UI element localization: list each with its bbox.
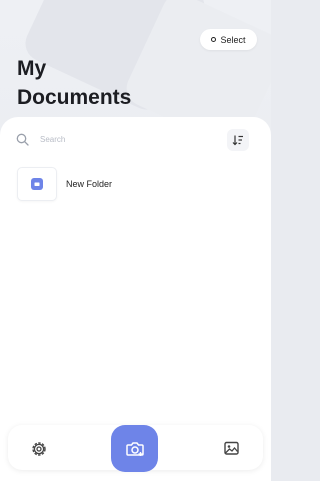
select-label: Select <box>220 34 246 45</box>
sort-button[interactable] <box>227 129 249 151</box>
folder-name[interactable]: New Folder <box>66 179 112 189</box>
camera-button[interactable] <box>111 425 158 472</box>
page-title-line1: My <box>17 57 47 80</box>
gallery-icon[interactable] <box>223 440 240 462</box>
camera-icon <box>125 441 144 456</box>
sort-icon <box>232 135 243 146</box>
gear-icon[interactable] <box>30 440 48 463</box>
page-title-line2: Documents <box>17 86 132 109</box>
folder-icon <box>31 178 43 190</box>
select-icon <box>211 37 217 42</box>
search-icon[interactable] <box>16 133 29 151</box>
app-screen: Select My Documents Search New Folder <box>0 0 271 481</box>
page-title: My Documents <box>17 54 131 112</box>
folder-item[interactable] <box>17 167 57 201</box>
search-input[interactable]: Search <box>40 135 65 144</box>
select-button[interactable]: Select <box>200 29 257 50</box>
